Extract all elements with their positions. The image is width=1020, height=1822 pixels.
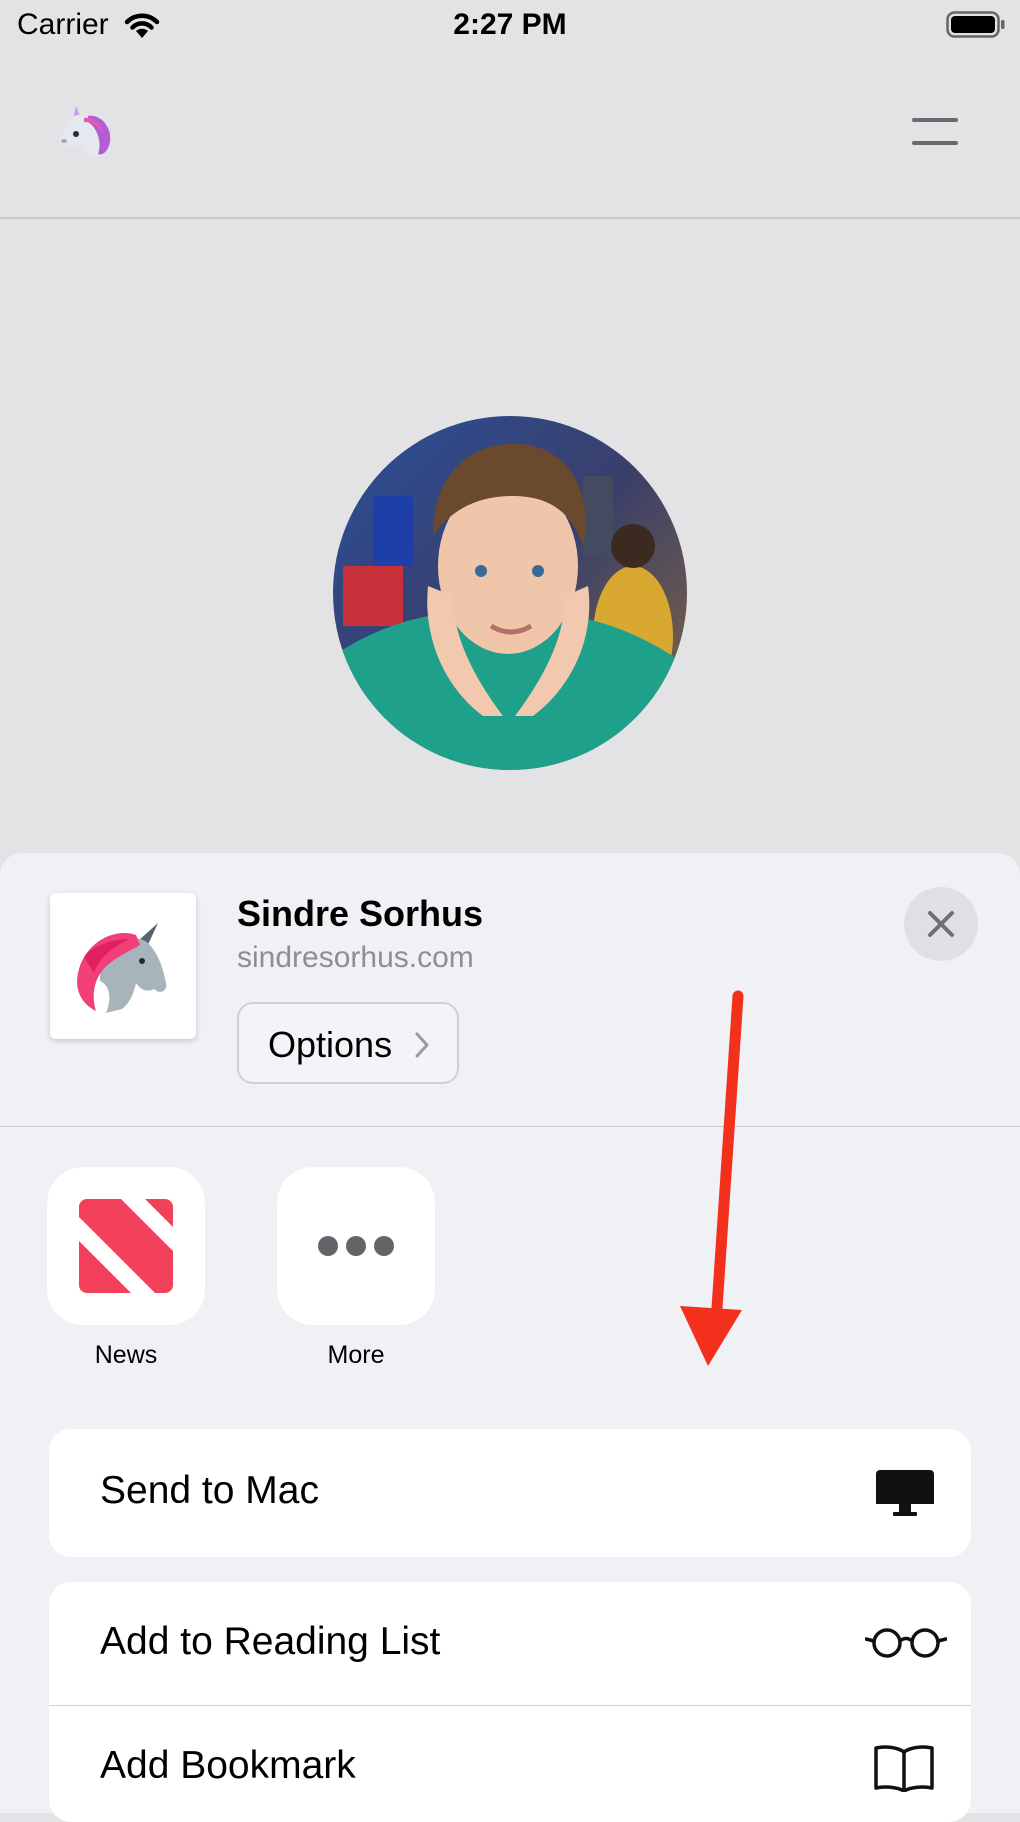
glasses-icon <box>864 1626 948 1665</box>
options-label: Options <box>268 1024 393 1065</box>
action-group-list: Add to Reading List Add Bookmark <box>49 1582 971 1822</box>
close-button[interactable] <box>904 887 978 961</box>
close-icon <box>928 911 954 937</box>
battery-icon <box>946 11 1006 44</box>
site-thumbnail <box>50 893 196 1039</box>
hamburger-menu-icon[interactable] <box>912 118 958 148</box>
app-label-more: More <box>327 1341 385 1369</box>
more-dots-icon <box>277 1167 435 1325</box>
sheet-divider <box>0 1126 1020 1127</box>
open-book-icon <box>873 1744 935 1797</box>
annotation-arrow-icon <box>670 990 750 1375</box>
news-icon <box>47 1167 205 1325</box>
add-bookmark-row[interactable]: Add Bookmark <box>49 1706 971 1822</box>
unicorn-logo-icon[interactable] <box>54 104 114 165</box>
app-news[interactable]: News <box>47 1167 205 1370</box>
clock: 2:27 PM <box>453 8 567 41</box>
add-reading-list-label: Add to Reading List <box>100 1620 441 1663</box>
share-sheet: Sindre Sorhus sindresorhus.com Options N… <box>0 853 1020 1822</box>
action-group-send: Send to Mac <box>49 1429 971 1557</box>
send-to-mac-row[interactable]: Send to Mac <box>49 1429 971 1557</box>
status-bar: Carrier 2:27 PM <box>0 0 1020 56</box>
add-bookmark-label: Add Bookmark <box>100 1744 356 1787</box>
navigation-bar <box>0 56 1020 219</box>
app-label-news: News <box>94 1341 158 1369</box>
add-reading-list-row[interactable]: Add to Reading List <box>49 1582 971 1706</box>
profile-photo <box>333 416 687 770</box>
sheet-url: sindresorhus.com <box>237 941 474 974</box>
send-to-mac-label: Send to Mac <box>100 1469 319 1512</box>
desktop-computer-icon <box>875 1469 935 1522</box>
chevron-right-icon <box>415 1032 429 1063</box>
options-button[interactable]: Options <box>237 1002 459 1084</box>
sheet-title: Sindre Sorhus <box>237 893 484 934</box>
app-more[interactable]: More <box>277 1167 435 1370</box>
